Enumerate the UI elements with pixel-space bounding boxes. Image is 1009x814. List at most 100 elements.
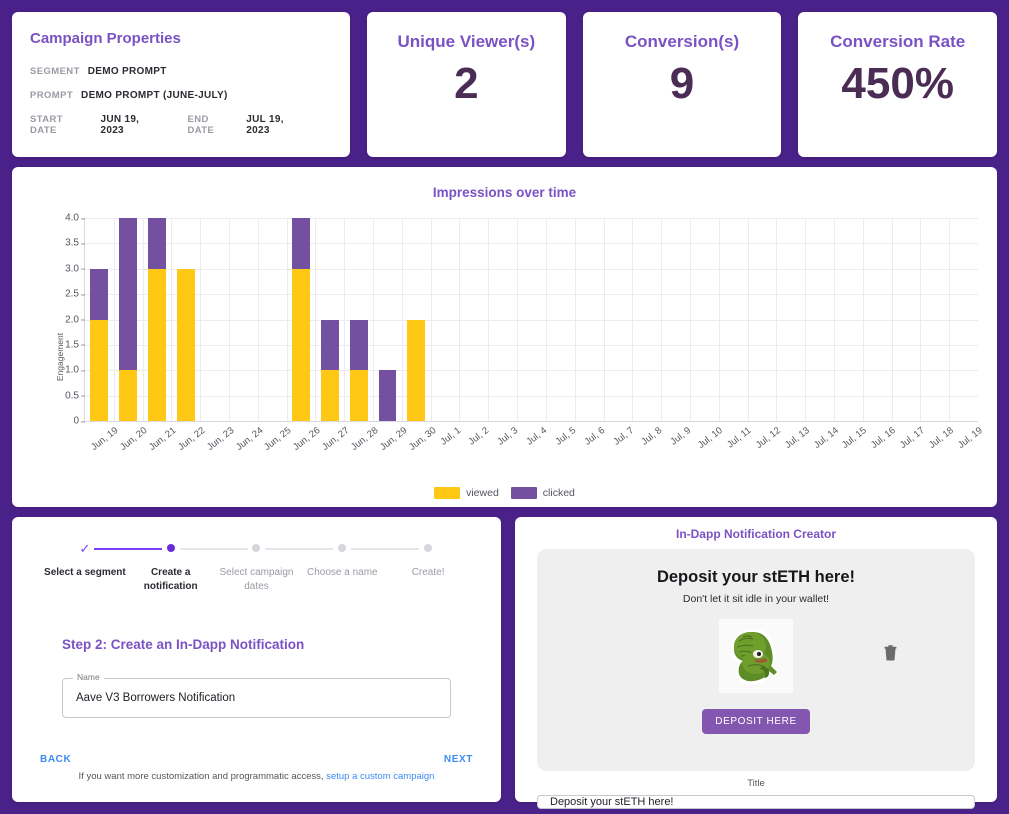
legend-label-clicked: clicked (542, 487, 575, 499)
bar-group[interactable] (373, 218, 402, 421)
back-button[interactable]: BACK (40, 754, 71, 765)
legend-swatch-clicked (510, 487, 537, 499)
bar-group[interactable] (85, 218, 114, 421)
x-tick-slot: Jul, 7 (603, 421, 636, 469)
creator-title-input[interactable] (537, 795, 975, 809)
wizard-step-label: Choose a name (306, 567, 378, 578)
bar-group[interactable] (517, 218, 546, 421)
x-axis-tick: Jul, 19 (955, 425, 985, 451)
bar-group[interactable] (402, 218, 431, 421)
wizard-step-1[interactable]: ✓ Select a segment (42, 541, 128, 580)
notification-preview: Deposit your stETH here! Don't let it si… (537, 549, 975, 771)
bar-segment-clicked[interactable] (90, 268, 109, 320)
wizard-connector-left (299, 548, 334, 550)
x-tick-slot: Jun, 30 (401, 421, 438, 469)
bar-segment-viewed[interactable] (292, 268, 311, 421)
y-axis-tick: 1.0 (65, 364, 85, 376)
wizard-step-label: Select a segment (44, 567, 126, 578)
bar-group[interactable] (171, 218, 200, 421)
bar-segment-viewed[interactable] (320, 370, 339, 421)
x-tick-slot: Jun, 24 (228, 421, 265, 469)
chart-plot: 0 0.5 1.0 1.5 2.0 2.5 3.0 3.5 4.0 (65, 213, 978, 427)
bar-segment-clicked[interactable] (349, 319, 368, 371)
bar-segment-viewed[interactable] (407, 319, 426, 421)
bar-group[interactable] (863, 218, 892, 421)
stat-card-unique-viewers: Unique Viewer(s) 2 (367, 12, 566, 157)
bar-segment-clicked[interactable] (119, 218, 138, 371)
stat-label-conversion-rate: Conversion Rate (830, 32, 966, 51)
x-tick-slot: Jun, 23 (199, 421, 236, 469)
bar-group[interactable] (661, 218, 690, 421)
bar-group[interactable] (316, 218, 345, 421)
x-tick-slot: Jun, 27 (315, 421, 351, 469)
wizard-connector-left (213, 548, 248, 550)
bar-group[interactable] (546, 218, 575, 421)
x-tick-slot: Jul, 14 (805, 421, 840, 469)
wizard-step-marker: ✓ (42, 541, 128, 555)
bar-group[interactable] (229, 218, 258, 421)
wizard-connector-left (385, 548, 420, 550)
wizard-step-2[interactable]: Create a notification (127, 541, 214, 593)
pepe-sticker-image (731, 629, 779, 685)
stat-label-unique-viewers: Unique Viewer(s) (397, 32, 536, 51)
wizard-connector-right (351, 548, 386, 550)
bar-group[interactable] (921, 218, 950, 421)
bar-group[interactable] (632, 218, 661, 421)
deposit-here-button[interactable]: DEPOSIT HERE (702, 709, 810, 734)
x-tick-slot: Jul, 2 (459, 421, 492, 469)
bar-segment-clicked[interactable] (378, 370, 397, 421)
bar-group[interactable] (488, 218, 517, 421)
custom-campaign-link[interactable]: setup a custom campaign (326, 771, 434, 782)
x-tick-slot: Jul, 15 (834, 421, 869, 469)
wizard-step-heading: Step 2: Create an In-Dapp Notification (62, 637, 305, 652)
wizard-step-3[interactable]: Select campaign dates (213, 541, 300, 593)
chart-x-axis-ticks: Jun, 19 Jun, 20 Jun, 21 Jun, 22 Jun, 23 Jun, … (84, 421, 984, 469)
x-tick-slot: Jul, 8 (632, 421, 665, 469)
bar-segment-viewed[interactable] (90, 319, 109, 421)
bar-segment-viewed[interactable] (119, 370, 138, 421)
bar-group[interactable] (805, 218, 834, 421)
bar-segment-viewed[interactable] (349, 370, 368, 421)
bar-group[interactable] (834, 218, 863, 421)
bar-group[interactable] (690, 218, 719, 421)
bar-group[interactable] (258, 218, 287, 421)
wizard-step-marker (127, 541, 214, 555)
bar-group[interactable] (719, 218, 748, 421)
bar-segment-viewed[interactable] (148, 268, 166, 421)
x-tick-slot: Jul, 9 (661, 421, 694, 469)
x-tick-slot: Jul, 12 (747, 421, 783, 469)
bar-group[interactable] (287, 218, 316, 421)
legend-item-clicked: clicked (510, 487, 575, 499)
bar-segment-clicked[interactable] (292, 218, 311, 269)
x-tick-slot: Jul, 3 (488, 421, 521, 469)
x-tick-slot: Jul, 5 (546, 421, 578, 469)
bar-group[interactable] (431, 218, 460, 421)
bar-group[interactable] (892, 218, 921, 421)
next-button[interactable]: NEXT (444, 754, 473, 765)
bar-group[interactable] (575, 218, 604, 421)
bar-group[interactable] (344, 218, 373, 421)
preview-heading: Deposit your stETH here! (656, 568, 856, 586)
notification-creator-card: In-Dapp Notification Creator Deposit you… (515, 517, 997, 809)
notification-name-input[interactable] (62, 678, 451, 718)
bar-segment-clicked[interactable] (148, 218, 166, 269)
wizard-connector-right (93, 548, 128, 550)
start-date-value: JUN 19, 2023 (100, 114, 140, 136)
bar-group[interactable] (460, 218, 489, 421)
bar-group[interactable] (143, 218, 172, 421)
bar-segment-clicked[interactable] (320, 319, 339, 371)
bar-segment-viewed[interactable] (176, 268, 195, 421)
wizard-step-5[interactable]: Create! (385, 541, 471, 580)
bar-group[interactable] (777, 218, 806, 421)
y-axis-tick: 2.5 (65, 288, 85, 300)
wizard-step-4[interactable]: Choose a name (299, 541, 386, 580)
x-tick-slot: Jul, 13 (776, 421, 812, 469)
bar-group[interactable] (604, 218, 633, 421)
bar-group[interactable] (949, 218, 978, 421)
trash-icon[interactable] (884, 645, 897, 666)
x-tick-slot: Jun, 22 (171, 421, 207, 469)
stat-card-conversions: Conversion(s) 9 (582, 12, 782, 157)
bar-group[interactable] (114, 218, 143, 421)
bar-group[interactable] (200, 218, 229, 421)
bar-group[interactable] (748, 218, 777, 421)
